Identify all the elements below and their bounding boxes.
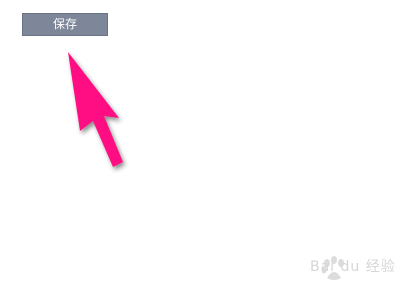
screenshot-canvas: 保存 Bai du 经验	[0, 0, 400, 300]
watermark-text: Bai du 经验	[310, 259, 396, 275]
arrow-shape	[68, 52, 123, 167]
